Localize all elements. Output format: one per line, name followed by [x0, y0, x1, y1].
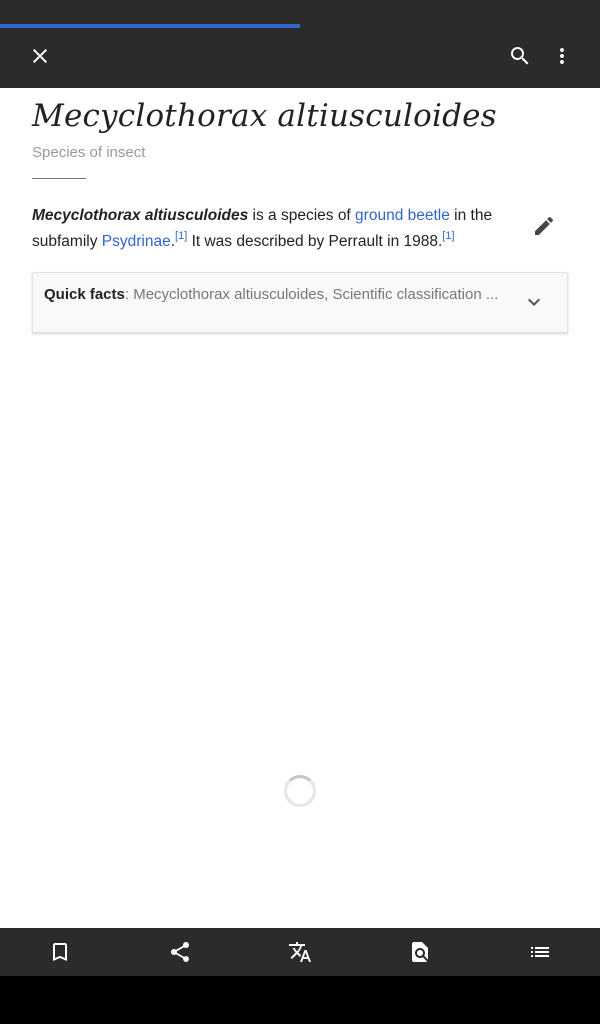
more-options-button[interactable] [538, 32, 586, 80]
search-button[interactable] [496, 32, 544, 80]
quick-facts-label: Quick facts [44, 286, 125, 303]
lead-text-1: is a species of [248, 207, 356, 224]
pencil-icon [535, 216, 554, 235]
toolbar [0, 24, 600, 88]
reference-1b-link[interactable]: [1] [442, 230, 454, 242]
quick-facts-expand-button[interactable] [519, 287, 549, 317]
bottom-action-bar [0, 928, 600, 976]
title-divider [32, 178, 86, 179]
article-title: Mecyclothorax altiusculoides [32, 98, 497, 134]
save-button[interactable] [30, 928, 90, 976]
system-navigation-area [0, 976, 600, 1024]
link-psydrinae[interactable]: Psydrinae [102, 233, 171, 250]
share-icon [170, 941, 190, 962]
find-in-page-icon [412, 942, 428, 962]
quick-facts-box[interactable]: Quick facts: Mecyclothorax altiusculoide… [32, 272, 568, 333]
search-icon [511, 47, 529, 65]
spinner-icon [284, 775, 316, 807]
bookmark-icon [53, 943, 67, 961]
page-load-progress-bar [0, 24, 300, 28]
find-in-page-button[interactable] [390, 928, 450, 976]
share-button[interactable] [150, 928, 210, 976]
more-vert-icon [560, 48, 564, 64]
table-of-contents-button[interactable] [510, 928, 570, 976]
species-name: Mecyclothorax altiusculoides [32, 207, 249, 224]
close-icon [33, 49, 47, 63]
lead-paragraph: Mecyclothorax altiusculoides is a specie… [32, 203, 502, 255]
edit-section-button[interactable] [524, 206, 564, 246]
status-bar [0, 0, 600, 24]
quick-facts-summary: : Mecyclothorax altiusculoides, Scientif… [124, 286, 499, 303]
lead-text-4: It was described by Perrault in 1988. [187, 233, 443, 250]
translate-icon [289, 942, 311, 962]
close-button[interactable] [16, 32, 64, 80]
contents-list-icon [531, 947, 549, 957]
reference-1-link[interactable]: [1] [175, 230, 187, 242]
article-description: Species of insect [32, 144, 146, 161]
chevron-down-icon [528, 298, 540, 306]
change-language-button[interactable] [270, 928, 330, 976]
article-content: Mecyclothorax altiusculoides Species of … [0, 88, 600, 928]
link-ground-beetle[interactable]: ground beetle [355, 207, 450, 224]
quick-facts-text: Quick facts: Mecyclothorax altiusculoide… [44, 285, 514, 304]
